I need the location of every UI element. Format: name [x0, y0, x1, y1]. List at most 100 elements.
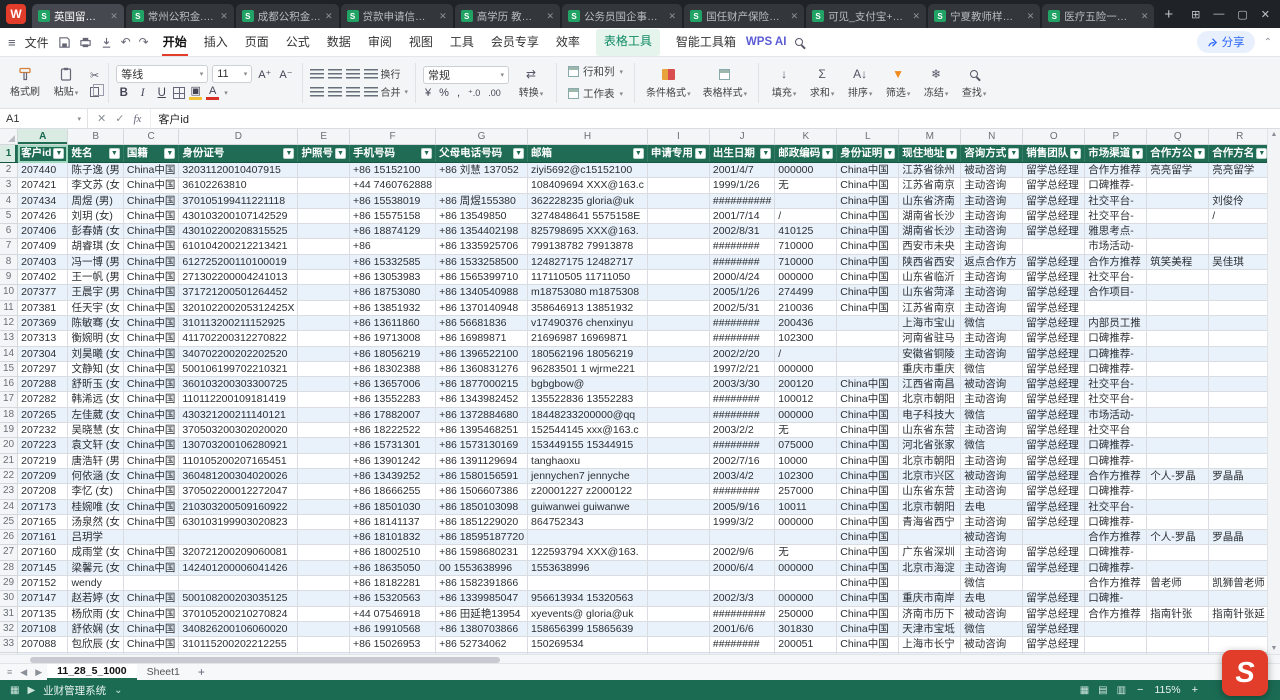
- row-header-23[interactable]: 23: [0, 484, 18, 499]
- cell[interactable]: China中国: [123, 315, 178, 330]
- cell[interactable]: [298, 285, 350, 300]
- export-icon[interactable]: [100, 36, 113, 49]
- cell[interactable]: 山东省东营: [899, 484, 961, 499]
- cell[interactable]: [647, 331, 709, 346]
- font-size-select[interactable]: 11▾: [212, 65, 252, 83]
- cell[interactable]: [1147, 560, 1209, 575]
- minimize-button[interactable]: —: [1213, 8, 1224, 21]
- cell[interactable]: [528, 576, 648, 591]
- cell[interactable]: [298, 193, 350, 208]
- cell[interactable]: [1147, 346, 1209, 361]
- col-header-K[interactable]: K: [775, 129, 837, 145]
- redo-icon[interactable]: ↷: [139, 35, 149, 49]
- cell[interactable]: 山东省济南: [899, 193, 961, 208]
- cell[interactable]: China中国: [837, 377, 899, 392]
- cell[interactable]: +86 15026953: [349, 637, 435, 652]
- cell[interactable]: [123, 530, 178, 545]
- table-column-header[interactable]: 出生日期▼: [709, 145, 774, 163]
- cell[interactable]: China中国: [123, 193, 178, 208]
- cell[interactable]: 207135: [18, 606, 68, 621]
- filter-dropdown-button[interactable]: ▼: [1256, 148, 1267, 159]
- cell[interactable]: 微信: [961, 438, 1023, 453]
- cell[interactable]: 合作方推荐: [1085, 530, 1147, 545]
- cell[interactable]: 周煜 (男): [68, 193, 123, 208]
- cell[interactable]: 社交平台-: [1085, 270, 1147, 285]
- row-header-13[interactable]: 13: [0, 331, 18, 346]
- cell[interactable]: 指南针张: [1147, 606, 1209, 621]
- cell[interactable]: [837, 346, 899, 361]
- increase-font-icon[interactable]: A⁺: [256, 68, 273, 81]
- cell[interactable]: 360103200303300725: [179, 377, 298, 392]
- cell[interactable]: 2000/4/24: [709, 270, 774, 285]
- cell[interactable]: +86 13053983: [349, 270, 435, 285]
- file-tab[interactable]: S公务员国企事业单...✕: [562, 4, 682, 28]
- cell[interactable]: ########: [709, 239, 774, 254]
- cell[interactable]: 陈子逸 (男: [68, 163, 123, 178]
- row-header-31[interactable]: 31: [0, 606, 18, 621]
- cell[interactable]: [298, 361, 350, 376]
- cell[interactable]: [1209, 499, 1271, 514]
- menu-tab-会员专享[interactable]: 会员专享: [490, 29, 540, 56]
- cell[interactable]: 广东省深圳: [899, 545, 961, 560]
- cell[interactable]: 合作方推荐: [1085, 163, 1147, 178]
- cell[interactable]: China中国: [837, 423, 899, 438]
- insert-function-icon[interactable]: fx: [133, 113, 141, 125]
- cell[interactable]: 2005/9/16: [709, 499, 774, 514]
- cell[interactable]: China中国: [837, 484, 899, 499]
- cell[interactable]: +86 1598680231: [436, 545, 528, 560]
- cell[interactable]: +86 1340540988: [436, 285, 528, 300]
- col-header-F[interactable]: F: [349, 129, 435, 145]
- tab-close-icon[interactable]: ✕: [547, 11, 555, 22]
- font-color-button[interactable]: A: [206, 86, 219, 100]
- comma-icon[interactable]: ,: [455, 87, 462, 99]
- cell[interactable]: [647, 484, 709, 499]
- cell[interactable]: China中国: [123, 346, 178, 361]
- cell[interactable]: [1085, 621, 1147, 636]
- cell[interactable]: [1085, 300, 1147, 315]
- cell[interactable]: 主动咨询: [961, 178, 1023, 193]
- cell[interactable]: [1147, 591, 1209, 606]
- cell[interactable]: 799138782 79913878: [528, 239, 648, 254]
- cell[interactable]: 710000: [775, 239, 837, 254]
- row-header-18[interactable]: 18: [0, 407, 18, 422]
- cell[interactable]: [1209, 270, 1271, 285]
- cell[interactable]: 留学总经理: [1023, 453, 1085, 468]
- cell[interactable]: China中国: [123, 208, 178, 223]
- cell[interactable]: 207402: [18, 270, 68, 285]
- row-header-9[interactable]: 9: [0, 270, 18, 285]
- cell[interactable]: China中国: [837, 224, 899, 239]
- cell[interactable]: 被动咨询: [961, 606, 1023, 621]
- cell[interactable]: 留学总经理: [1023, 285, 1085, 300]
- cell[interactable]: 430103200107142529: [179, 208, 298, 223]
- cell[interactable]: 口碑推荐-: [1085, 438, 1147, 453]
- cell[interactable]: 留学总经理: [1023, 484, 1085, 499]
- cell[interactable]: +86 15538019: [349, 193, 435, 208]
- cell[interactable]: 207208: [18, 484, 68, 499]
- row-header-26[interactable]: 26: [0, 530, 18, 545]
- cell[interactable]: +86 56681836: [436, 315, 528, 330]
- cell[interactable]: +86 1533258500: [436, 254, 528, 269]
- cell[interactable]: 000000: [775, 560, 837, 575]
- cell[interactable]: 曾老师: [1147, 576, 1209, 591]
- rows-cols-button[interactable]: 行和列▾: [564, 62, 627, 81]
- cell[interactable]: 杨欣雨 (女: [68, 606, 123, 621]
- cell[interactable]: 500108200203035125: [179, 591, 298, 606]
- cell[interactable]: 96283501 1 wjrme221: [528, 361, 648, 376]
- file-tab[interactable]: S成都公积金.xlsx✕: [236, 4, 339, 28]
- cell[interactable]: 筑笑美程: [1147, 254, 1209, 269]
- cell[interactable]: 返点合作方: [961, 254, 1023, 269]
- file-tab[interactable]: S宁夏教师样本.xlsx✕: [928, 4, 1040, 28]
- cell[interactable]: +86 周煜155380: [436, 193, 528, 208]
- cell[interactable]: /: [775, 346, 837, 361]
- cell[interactable]: 梁馨元 (女: [68, 560, 123, 575]
- cell[interactable]: China中国: [123, 377, 178, 392]
- layout-switch-icon[interactable]: ⊞: [1191, 8, 1200, 21]
- cell[interactable]: 150269534: [528, 637, 648, 652]
- filter-dropdown-button[interactable]: ▼: [335, 148, 346, 159]
- menu-tab-视图[interactable]: 视图: [408, 29, 434, 56]
- tab-close-icon[interactable]: ✕: [669, 11, 677, 22]
- cell[interactable]: v17490376 chenxinyu: [528, 315, 648, 330]
- filter-dropdown-button[interactable]: ▼: [822, 148, 833, 159]
- cell[interactable]: China中国: [123, 224, 178, 239]
- cell[interactable]: [528, 530, 648, 545]
